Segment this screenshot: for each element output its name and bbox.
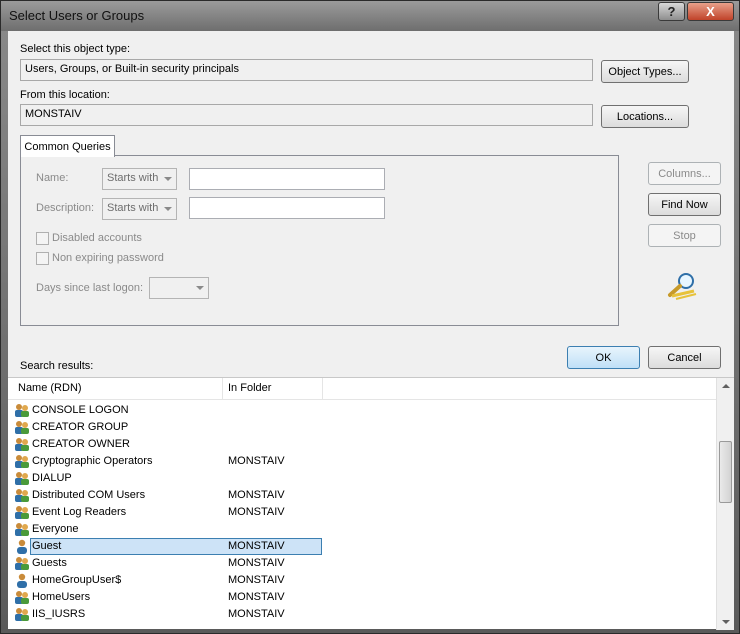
- locations-button[interactable]: Locations...: [601, 105, 689, 128]
- group-icon: [14, 437, 30, 452]
- days-since-logon-label: Days since last logon:: [36, 282, 143, 294]
- search-magnifier-icon: [668, 273, 697, 300]
- description-mode-value: Starts with: [107, 202, 159, 214]
- description-mode-select[interactable]: Starts with: [102, 198, 177, 220]
- column-divider[interactable]: [322, 378, 323, 400]
- row-name: HomeUsers: [32, 591, 91, 603]
- table-row[interactable]: Cryptographic Operators MONSTAIV: [8, 453, 716, 470]
- table-row[interactable]: Guest MONSTAIV: [8, 538, 716, 555]
- group-icon: [14, 488, 30, 503]
- search-results-label: Search results:: [20, 360, 94, 372]
- dialog-client-area: Select this object type: Users, Groups, …: [8, 31, 734, 630]
- row-name: Guest: [32, 540, 62, 552]
- close-button[interactable]: X: [687, 2, 734, 21]
- row-name: Distributed COM Users: [32, 489, 146, 501]
- group-icon: [14, 471, 30, 486]
- row-name: CONSOLE LOGON: [32, 404, 129, 416]
- common-queries-panel: Name: Starts with Description: Starts wi…: [20, 155, 619, 326]
- results-header: Name (RDN) In Folder: [8, 378, 716, 400]
- description-input[interactable]: [189, 197, 385, 219]
- days-since-logon-select[interactable]: [149, 277, 209, 299]
- non-expiring-checkbox[interactable]: [36, 252, 49, 265]
- table-row[interactable]: CREATOR GROUP: [8, 419, 716, 436]
- location-label: From this location:: [20, 89, 110, 101]
- scroll-up-icon[interactable]: [722, 384, 730, 388]
- table-row[interactable]: Distributed COM Users MONSTAIV: [8, 487, 716, 504]
- name-mode-select[interactable]: Starts with: [102, 168, 177, 190]
- find-now-button[interactable]: Find Now: [648, 193, 721, 216]
- non-expiring-label: Non expiring password: [52, 252, 164, 264]
- scroll-thumb[interactable]: [719, 441, 732, 503]
- group-icon: [14, 454, 30, 469]
- group-icon: [14, 420, 30, 435]
- description-label: Description:: [36, 202, 95, 214]
- vertical-scrollbar[interactable]: [716, 378, 734, 630]
- group-icon: [14, 522, 30, 537]
- row-name: DIALUP: [32, 472, 72, 484]
- disabled-accounts-checkbox[interactable]: [36, 232, 49, 245]
- user-icon: [14, 539, 30, 554]
- help-button[interactable]: ?: [658, 2, 685, 21]
- results-rows: CONSOLE LOGON CREATOR GROUP CREATOR OWNER C…: [8, 402, 716, 623]
- group-icon: [14, 556, 30, 571]
- row-folder: MONSTAIV: [228, 506, 285, 518]
- chevron-down-icon: [164, 207, 172, 211]
- tab-common-queries[interactable]: Common Queries: [20, 135, 115, 157]
- table-row[interactable]: IIS_IUSRS MONSTAIV: [8, 606, 716, 623]
- row-folder: MONSTAIV: [228, 455, 285, 467]
- table-row[interactable]: CONSOLE LOGON: [8, 402, 716, 419]
- row-name: HomeGroupUser$: [32, 574, 122, 586]
- group-icon: [14, 505, 30, 520]
- table-row[interactable]: Everyone: [8, 521, 716, 538]
- row-folder: MONSTAIV: [228, 489, 285, 501]
- chevron-down-icon: [196, 286, 204, 290]
- ok-button[interactable]: OK: [567, 346, 640, 369]
- help-icon: ?: [667, 4, 676, 19]
- row-name: CREATOR OWNER: [32, 438, 130, 450]
- table-row[interactable]: Guests MONSTAIV: [8, 555, 716, 572]
- row-folder: MONSTAIV: [228, 557, 285, 569]
- table-row[interactable]: HomeGroupUser$ MONSTAIV: [8, 572, 716, 589]
- row-name: Guests: [32, 557, 67, 569]
- row-folder: MONSTAIV: [228, 608, 285, 620]
- stop-button[interactable]: Stop: [648, 224, 721, 247]
- table-row[interactable]: Event Log Readers MONSTAIV: [8, 504, 716, 521]
- object-type-field: Users, Groups, or Built-in security prin…: [20, 59, 593, 81]
- group-icon: [14, 607, 30, 622]
- row-name: Everyone: [32, 523, 79, 535]
- dialog-window: Select Users or Groups ? X Select this o…: [0, 0, 740, 634]
- row-name: Event Log Readers: [32, 506, 127, 518]
- title-bar[interactable]: Select Users or Groups ? X: [1, 1, 739, 31]
- object-types-button[interactable]: Object Types...: [601, 60, 689, 83]
- group-icon: [14, 590, 30, 605]
- location-field: MONSTAIV: [20, 104, 593, 126]
- user-icon: [14, 573, 30, 588]
- object-type-label: Select this object type:: [20, 43, 131, 55]
- row-folder: MONSTAIV: [228, 540, 285, 552]
- row-name: Cryptographic Operators: [32, 455, 153, 467]
- columns-button[interactable]: Columns...: [648, 162, 721, 185]
- name-input[interactable]: [189, 168, 385, 190]
- chevron-down-icon: [164, 177, 172, 181]
- table-row[interactable]: HomeUsers MONSTAIV: [8, 589, 716, 606]
- column-divider[interactable]: [222, 378, 223, 400]
- close-icon: X: [706, 4, 715, 19]
- column-header-folder[interactable]: In Folder: [228, 382, 271, 394]
- scroll-down-icon[interactable]: [722, 620, 730, 624]
- table-row[interactable]: CREATOR OWNER: [8, 436, 716, 453]
- group-icon: [14, 403, 30, 418]
- row-folder: MONSTAIV: [228, 574, 285, 586]
- row-name: IIS_IUSRS: [32, 608, 86, 620]
- column-header-name[interactable]: Name (RDN): [18, 382, 82, 394]
- row-name: CREATOR GROUP: [32, 421, 129, 433]
- disabled-accounts-label: Disabled accounts: [52, 232, 142, 244]
- name-label: Name:: [36, 172, 69, 184]
- window-title: Select Users or Groups: [9, 8, 145, 23]
- name-mode-value: Starts with: [107, 172, 159, 184]
- search-results-list[interactable]: Name (RDN) In Folder CONSOLE LOGON CREATO…: [8, 377, 734, 630]
- table-row[interactable]: DIALUP: [8, 470, 716, 487]
- cancel-button[interactable]: Cancel: [648, 346, 721, 369]
- row-folder: MONSTAIV: [228, 591, 285, 603]
